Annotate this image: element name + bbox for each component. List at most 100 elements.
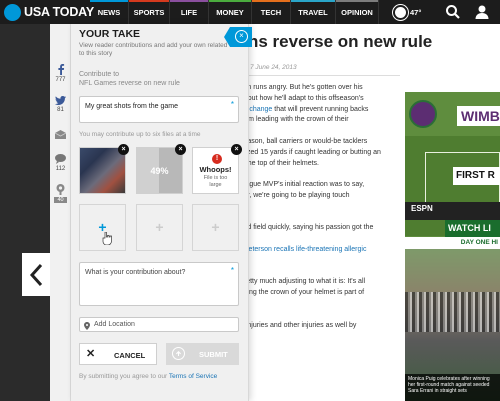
article-text: league MVP's initial reaction was to say… bbox=[240, 181, 365, 189]
article-link[interactable]: Peterson recalls life-threatening allerg… bbox=[244, 246, 367, 253]
facebook-share[interactable]: 777 bbox=[50, 64, 71, 83]
top-nav: USA TODAY NEWS SPORTS LIFE MONEY TECH TRAVEL O… bbox=[0, 0, 500, 24]
location-placeholder: Add Location bbox=[94, 321, 135, 328]
error-icon: ! bbox=[212, 154, 222, 164]
brand-dot-icon bbox=[4, 3, 21, 21]
progress-percent: 49% bbox=[150, 166, 169, 176]
article-line: from leading with the crown of their bbox=[240, 115, 400, 126]
ad-crowd-image bbox=[405, 292, 500, 332]
article-text: sed field quickly, saying his passion go… bbox=[240, 224, 374, 232]
comment-icon bbox=[55, 154, 66, 164]
chevron-left-icon bbox=[29, 263, 43, 286]
contribute-to-label: Contribute to NFL Games reverse on new r… bbox=[79, 70, 180, 88]
title-value: My great shots from the game bbox=[85, 103, 178, 110]
article-line: league MVP's initial reaction was to say… bbox=[240, 180, 400, 191]
ad-watch-button[interactable]: WATCH LI bbox=[445, 220, 500, 237]
cancel-button[interactable]: ✕ CANCEL bbox=[79, 343, 157, 365]
article-text: from leading with the crown of their bbox=[240, 116, 349, 124]
search-icon[interactable] bbox=[445, 4, 461, 20]
close-panel-button[interactable]: × bbox=[224, 27, 252, 47]
nav-item-sports[interactable]: SPORTS bbox=[129, 0, 169, 24]
article-text: h the top of their helmets. bbox=[240, 159, 319, 167]
contribute-to-prefix: Contribute to bbox=[79, 71, 120, 78]
article-text: season, ball carriers or would-be tackle… bbox=[240, 138, 368, 145]
nav-item-label: SPORTS bbox=[133, 8, 165, 17]
uploaded-photo-thumbnail[interactable]: × bbox=[79, 144, 129, 194]
error-message-line: large bbox=[209, 181, 222, 188]
add-file-slot[interactable]: + bbox=[192, 204, 239, 251]
error-message: File is too large bbox=[193, 175, 238, 188]
back-button[interactable] bbox=[22, 253, 50, 296]
dismiss-error-button[interactable]: × bbox=[231, 144, 242, 155]
hand-cursor-icon bbox=[102, 232, 112, 245]
article-text: alized 15 yards if caught leading or but… bbox=[240, 148, 381, 156]
add-file-slot[interactable]: + bbox=[136, 204, 183, 251]
your-take-count: 40 bbox=[54, 197, 67, 203]
contribute-to-story: NFL Games reverse on new rule bbox=[79, 80, 180, 87]
arrow-up-icon bbox=[172, 347, 185, 360]
nav-item-travel[interactable]: TRAVEL bbox=[291, 0, 335, 24]
ad-dayone: DAY ONE HI bbox=[405, 237, 500, 249]
article-text: ver, we're going to be playing touch bbox=[240, 192, 350, 199]
nav-color-bar bbox=[291, 0, 335, 2]
nav-color-bar bbox=[170, 0, 208, 2]
location-pin-icon bbox=[84, 322, 90, 330]
article-line: pretty much adjusting to what it is: It'… bbox=[240, 277, 400, 288]
plus-icon: + bbox=[211, 219, 220, 235]
article-text: that will prevent running backs bbox=[272, 105, 369, 113]
ad-title: WIMB bbox=[457, 106, 500, 126]
article-text: using the crown of your helmet is part o… bbox=[240, 289, 365, 297]
nav-item-news[interactable]: NEWS bbox=[90, 0, 128, 24]
location-field[interactable]: Add Location bbox=[79, 317, 239, 332]
terms-of-service-link[interactable]: Terms of Service bbox=[169, 373, 217, 380]
panel-title: YOUR TAKE bbox=[79, 28, 141, 40]
plus-icon: + bbox=[155, 219, 164, 235]
article-line: : Peterson recalls life-threatening alle… bbox=[240, 245, 400, 256]
close-icon: ✕ bbox=[86, 348, 96, 360]
cancel-upload-button[interactable]: × bbox=[175, 144, 186, 155]
nav-item-opinion[interactable]: OPINION bbox=[336, 0, 378, 24]
nav-color-bar bbox=[209, 0, 251, 2]
upload-note: You may contribute up to six files at a … bbox=[79, 131, 201, 138]
share-column: 777 81 112 40 bbox=[50, 24, 71, 401]
user-icon[interactable] bbox=[474, 4, 490, 20]
email-share[interactable] bbox=[50, 130, 71, 141]
nav-item-label: NEWS bbox=[97, 8, 121, 17]
remove-photo-button[interactable]: × bbox=[118, 144, 129, 155]
ad-court-sign: FIRST R bbox=[453, 167, 500, 185]
title-field[interactable]: My great shots from the game * bbox=[79, 96, 239, 123]
twitter-count: 81 bbox=[57, 107, 64, 113]
nav-item-life[interactable]: LIFE bbox=[170, 0, 208, 24]
article-text: about how he'll adapt to this offseason'… bbox=[240, 94, 364, 102]
cancel-label: CANCEL bbox=[114, 351, 146, 360]
add-file-slot[interactable]: + bbox=[79, 204, 126, 251]
advertisement[interactable]: WIMB FIRST R ESPN WATCH LI DAY ONE HI Mo… bbox=[405, 92, 500, 401]
nav-color-bar bbox=[129, 0, 169, 2]
nav-item-tech[interactable]: TECH bbox=[252, 0, 290, 24]
nav-item-label: MONEY bbox=[216, 8, 244, 17]
nav-item-money[interactable]: MONEY bbox=[209, 0, 251, 24]
your-take-link[interactable]: 40 bbox=[50, 184, 71, 203]
your-take-icon bbox=[56, 184, 65, 195]
comments-link[interactable]: 112 bbox=[50, 154, 71, 172]
nav-separator bbox=[378, 0, 379, 24]
twitter-share[interactable]: 81 bbox=[50, 96, 71, 113]
weather-sun-icon[interactable] bbox=[395, 7, 406, 18]
your-take-panel: YOUR TAKE View reader contributions and … bbox=[71, 24, 252, 401]
nav-item-label: OPINION bbox=[341, 8, 373, 17]
terms-prefix: By submitting you agree to our bbox=[79, 373, 169, 380]
article-line: son runs angry. But he's gotten over his bbox=[240, 83, 400, 94]
article-text: son runs angry. But he's gotten over his bbox=[240, 84, 363, 91]
required-icon: * bbox=[230, 100, 234, 109]
nav-item-label: LIFE bbox=[180, 8, 198, 17]
article-line: ver, we're going to be playing touch bbox=[240, 191, 400, 202]
article-line: alized 15 yards if caught leading or but… bbox=[240, 148, 400, 159]
article-line: about how he'll adapt to this offseason'… bbox=[240, 94, 400, 105]
brand-logo[interactable]: USA TODAY bbox=[4, 3, 94, 21]
article-line: season, ball carriers or would-be tackle… bbox=[240, 137, 400, 148]
weather-temperature[interactable]: 47° bbox=[410, 0, 421, 26]
nav-item-label: TRAVEL bbox=[298, 8, 328, 17]
submit-button[interactable]: SUBMIT bbox=[166, 343, 239, 365]
article-headline: ns reverse on new rule bbox=[248, 32, 433, 51]
contribution-about-field[interactable]: What is your contribution about? * bbox=[79, 262, 239, 306]
